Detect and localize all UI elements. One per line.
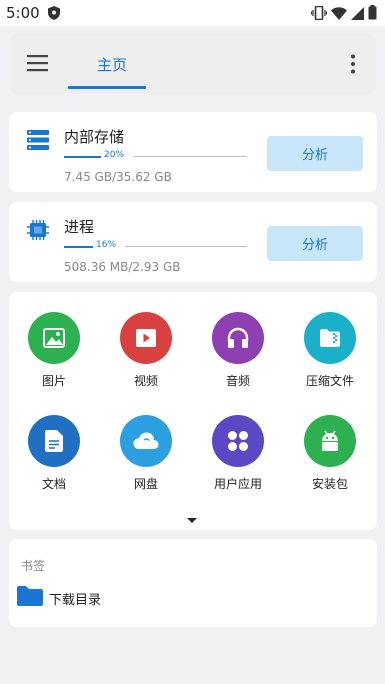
vibrate-icon [310,5,328,24]
battery-icon [368,5,377,24]
storage-progress-track [133,156,247,157]
image-icon [28,312,80,364]
storage-percent: 20% [101,150,128,160]
status-bar: 5:00 [0,0,385,26]
category-label: 视频 [133,374,158,388]
process-card[interactable]: 进程 16% 508.36 MB/2.93 GB 分析 [9,202,377,282]
shield-icon [48,5,60,24]
category-label: 用户应用 [213,477,262,491]
process-percent: 16% [93,240,120,250]
tab-indicator [68,86,146,89]
headphones-icon [212,312,264,364]
archive-icon [304,312,356,364]
category-cloud[interactable]: 网盘 [106,415,186,505]
bookmarks-title: 书签 [21,559,46,573]
internal-storage-card[interactable]: 内部存储 20% 7.45 GB/35.62 GB 分析 [9,112,377,192]
category-user-apps[interactable]: 用户应用 [198,415,278,505]
video-icon [120,312,172,364]
storage-progress-bar: 20% [64,150,247,162]
category-documents[interactable]: 文档 [14,415,94,505]
process-analyze-button[interactable]: 分析 [267,226,363,261]
bookmarks-card: 书签 下载目录 [9,539,377,627]
status-icons [310,5,377,24]
category-audio[interactable]: 音频 [198,312,278,402]
android-icon [304,415,356,467]
category-label: 图片 [41,374,66,388]
document-icon [28,415,80,467]
storage-detail: 7.45 GB/35.62 GB [64,170,172,184]
category-videos[interactable]: 视频 [106,312,186,402]
storage-analyze-button[interactable]: 分析 [267,136,363,171]
category-label: 音频 [225,374,250,388]
more-options-icon[interactable] [351,54,355,74]
category-archives[interactable]: 压缩文件 [290,312,370,402]
chip-icon [27,220,49,244]
status-time: 5:00 [6,4,40,22]
storage-icon [27,130,49,154]
process-progress-fill [64,246,93,248]
process-progress-bar: 16% [64,240,247,252]
app-toolbar: 主页 [9,34,377,94]
process-title: 进程 [64,218,95,236]
bookmark-label: 下载目录 [49,592,102,608]
category-label: 安装包 [311,477,348,491]
storage-progress-fill [64,156,101,158]
folder-icon [17,586,43,610]
category-label: 网盘 [133,477,158,491]
bookmark-item-downloads[interactable]: 下载目录 [17,586,102,610]
storage-title: 内部存储 [64,128,125,146]
wifi-icon [331,5,347,24]
category-grid: 图片 视频 音频 压缩文件 文档 网盘 用户应用 安装包 [9,292,377,530]
category-label: 压缩文件 [305,374,354,388]
tab-home[interactable]: 主页 [69,34,155,94]
apps-icon [212,415,264,467]
menu-icon[interactable] [27,54,49,72]
category-images[interactable]: 图片 [14,312,94,402]
signal-icon [351,5,364,24]
expand-icon[interactable] [184,510,200,523]
main-content: 内部存储 20% 7.45 GB/35.62 GB 分析 进程 16% 508.… [0,100,385,684]
category-install-packages[interactable]: 安装包 [290,415,370,505]
process-progress-track [125,246,247,247]
category-label: 文档 [41,477,66,491]
process-detail: 508.36 MB/2.93 GB [64,260,181,274]
cloud-icon [120,415,172,467]
